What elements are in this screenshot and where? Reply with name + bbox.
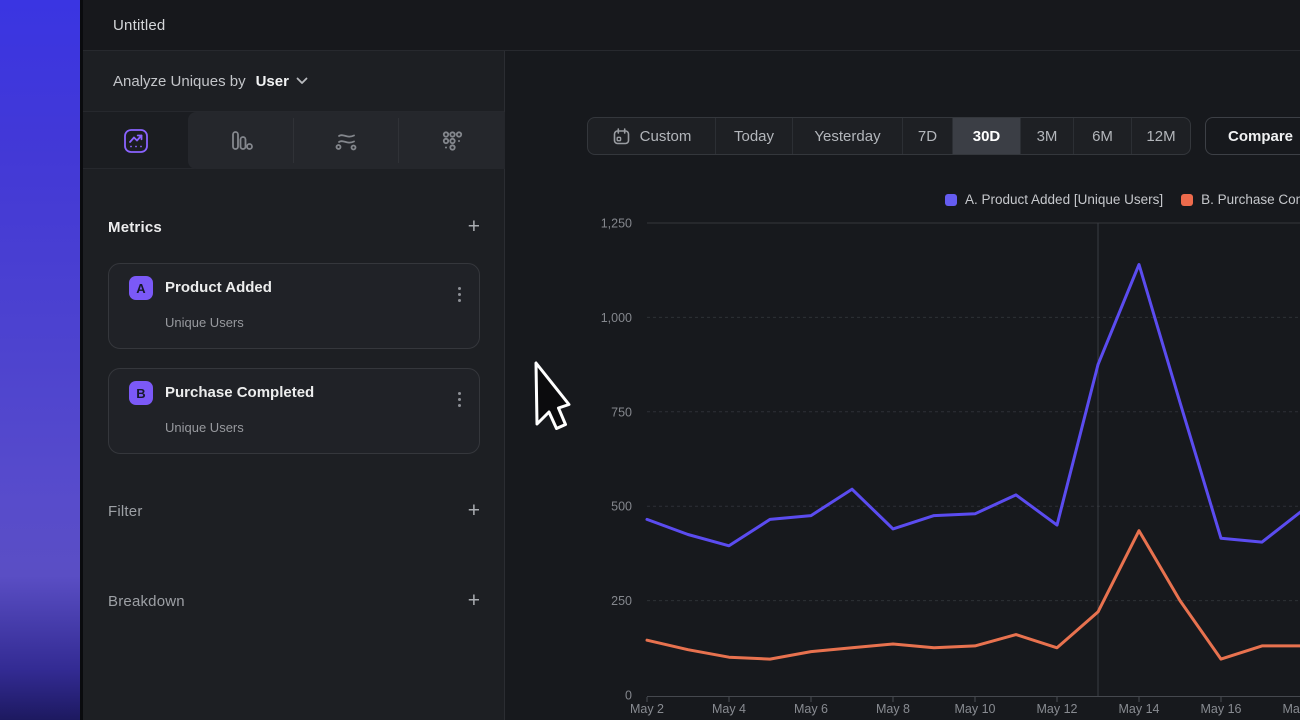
report-title[interactable]: Untitled: [113, 17, 165, 34]
add-filter-button[interactable]: +: [468, 501, 480, 521]
y-tick-label: 250: [611, 594, 632, 608]
metric-subtitle[interactable]: Unique Users: [165, 420, 244, 435]
y-tick-label: 750: [611, 405, 632, 419]
series-line: [647, 531, 1300, 659]
x-tick-label: May 4: [712, 702, 746, 716]
chart-type-tabs: [83, 112, 504, 169]
topbar: Untitled: [83, 0, 1300, 51]
metric-title: Purchase Completed: [165, 384, 314, 401]
flows-icon: [333, 128, 359, 154]
x-tick-label: May 12: [1037, 702, 1078, 716]
analyze-by-label: Analyze Uniques by: [113, 73, 246, 90]
x-tick-label: May 6: [794, 702, 828, 716]
x-tick-label: May 10: [955, 702, 996, 716]
x-tick-label: May 8: [876, 702, 910, 716]
kebab-menu-icon[interactable]: [458, 392, 461, 407]
metric-subtitle[interactable]: Unique Users: [165, 315, 244, 330]
x-tick-label: May 18: [1283, 702, 1300, 716]
retention-grid-icon: [439, 128, 465, 154]
bar-chart-icon: [228, 128, 254, 154]
metric-card-b[interactable]: B Purchase Completed Unique Users: [108, 368, 480, 454]
chevron-down-icon: [296, 77, 308, 85]
metric-badge-b: B: [129, 381, 153, 405]
desktop-gradient: [0, 0, 80, 720]
breakdown-header-label: Breakdown: [108, 593, 185, 610]
line-chart-icon: [123, 128, 149, 154]
add-breakdown-button[interactable]: +: [468, 591, 480, 611]
query-sidebar: Analyze Uniques by User: [83, 51, 505, 720]
tab-line-chart[interactable]: [83, 112, 188, 169]
metrics-section-header: Metrics +: [108, 217, 480, 237]
metric-badge-a: A: [129, 276, 153, 300]
metric-title: Product Added: [165, 279, 272, 296]
add-metric-button[interactable]: +: [468, 217, 480, 237]
mouse-cursor: [533, 360, 577, 436]
filter-header-label: Filter: [108, 503, 143, 520]
metric-card-a[interactable]: A Product Added Unique Users: [108, 263, 480, 349]
analyze-by-dropdown[interactable]: User: [256, 73, 308, 90]
y-tick-label: 1,250: [601, 217, 632, 231]
tab-bar-chart[interactable]: [188, 112, 293, 169]
x-tick-label: May 2: [630, 702, 664, 716]
breakdown-section-header: Breakdown +: [108, 591, 480, 611]
y-tick-label: 1,000: [601, 311, 632, 325]
tab-flows[interactable]: [293, 112, 398, 169]
chart-panel: CustomTodayYesterday7D30D3M6M12M Compare…: [505, 51, 1300, 720]
metrics-header-label: Metrics: [108, 219, 162, 236]
app-window: Untitled Analyze Uniques by User: [0, 0, 1300, 720]
line-chart: May 2 May 4 May 6 May 8 May 10 May 12 May 14 Ma…: [505, 51, 1300, 720]
x-tick-label: May 14: [1119, 702, 1160, 716]
filter-section-header: Filter +: [108, 501, 480, 521]
kebab-menu-icon[interactable]: [458, 287, 461, 302]
analyze-by-row: Analyze Uniques by User: [83, 51, 504, 112]
x-tick-label: May 16: [1201, 702, 1242, 716]
analyze-by-value: User: [256, 73, 289, 90]
y-tick-label: 0: [625, 689, 632, 703]
series-line: [647, 265, 1300, 546]
y-tick-label: 500: [611, 500, 632, 514]
tab-retention[interactable]: [398, 112, 505, 169]
